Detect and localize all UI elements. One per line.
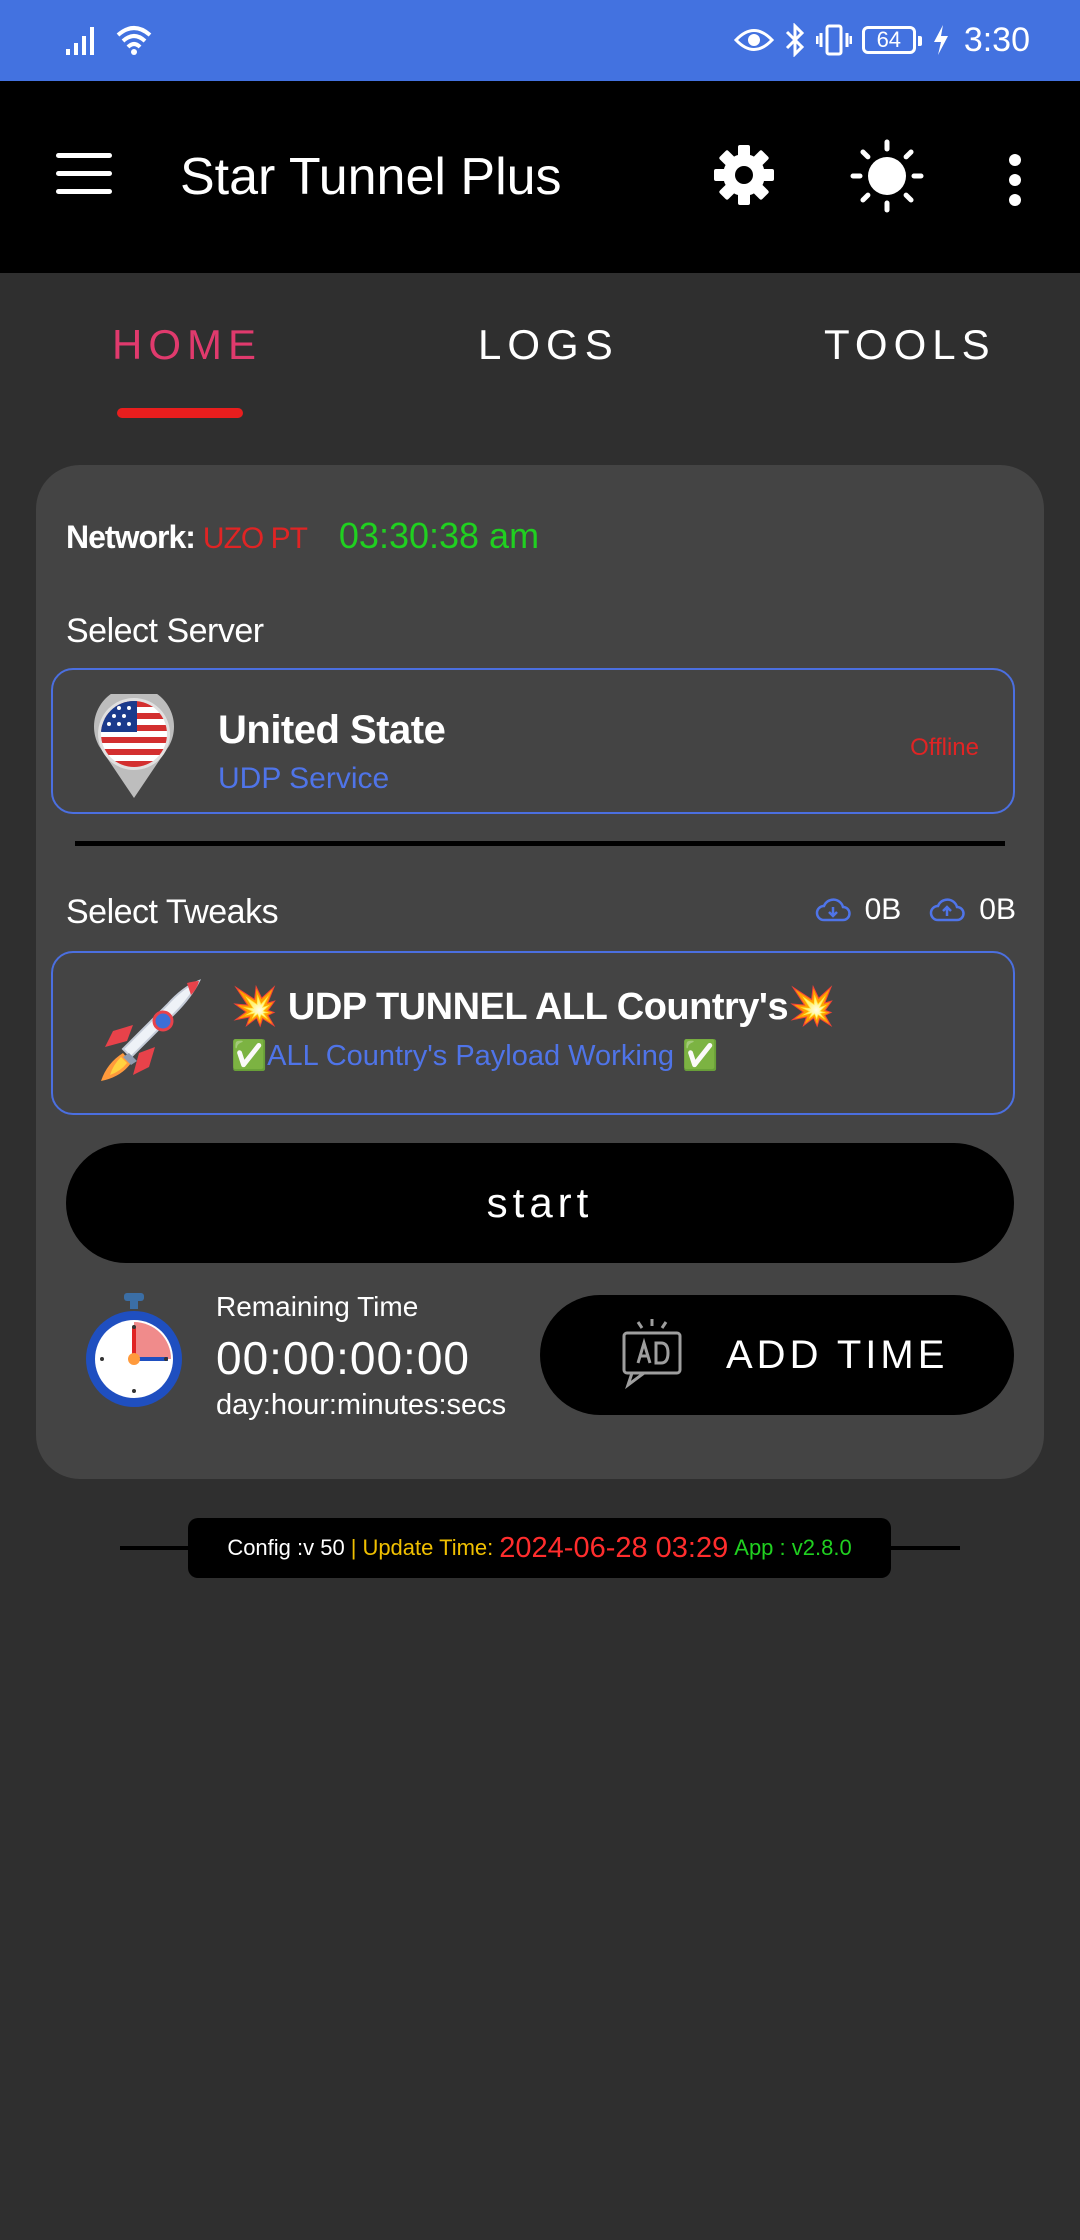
network-label: Network: (66, 519, 196, 555)
tab-tools[interactable]: TOOLS (824, 321, 996, 369)
gear-icon[interactable] (710, 141, 778, 209)
config-version: Config :v 50 (227, 1535, 345, 1560)
signal-icon (66, 27, 94, 55)
tweak-selector[interactable]: 💥 UDP TUNNEL ALL Country's💥 ✅ALL Country… (51, 951, 1015, 1115)
tab-home[interactable]: HOME (112, 321, 262, 369)
eye-icon (733, 29, 774, 51)
rocket-icon (101, 979, 202, 1081)
download-value: 0B (864, 893, 902, 926)
download-stat: 0B (815, 893, 902, 927)
tweak-title: 💥 UDP TUNNEL ALL Country's💥 (231, 986, 835, 1028)
update-time-value: 2024-06-28 03:29 (499, 1531, 729, 1564)
status-right: 64 3:30 (733, 18, 1030, 62)
vibrate-icon (815, 24, 852, 56)
upload-value: 0B (979, 893, 1016, 926)
app-bar: Star Tunnel Plus (0, 81, 1080, 273)
network-row: Network: UZO PT 03:30:38 am (66, 515, 539, 557)
tab-bar: HOME LOGS TOOLS (0, 273, 1080, 423)
tab-logs[interactable]: LOGS (478, 321, 619, 369)
server-selector[interactable]: United State UDP Service Offline (51, 668, 1015, 814)
charging-icon (933, 25, 948, 55)
cloud-upload-icon (930, 898, 966, 922)
app-title: Star Tunnel Plus (180, 148, 562, 206)
battery-level: 64 (876, 27, 902, 52)
status-time: 3:30 (963, 20, 1030, 59)
wifi-icon (116, 26, 152, 55)
remaining-label: Remaining Time (216, 1291, 419, 1322)
start-button[interactable]: start (66, 1143, 1014, 1263)
cloud-download-icon (815, 898, 851, 922)
server-type: UDP Service (218, 762, 390, 795)
select-tweaks-label: Select Tweaks (66, 893, 279, 931)
battery-icon: 64 (861, 26, 922, 54)
stopwatch-icon (86, 1293, 182, 1407)
server-name: United State (218, 708, 446, 752)
server-status: Offline (910, 734, 979, 761)
status-bar: 64 3:30 (0, 0, 1080, 81)
upload-stat: 0B (929, 893, 1016, 927)
sun-icon[interactable] (850, 139, 924, 213)
traffic-stats: 0B 0B (795, 893, 1016, 927)
tweak-subtitle: ✅ALL Country's Payload Working ✅ (231, 1040, 719, 1072)
select-server-label: Select Server (66, 612, 264, 650)
network-clock: 03:30:38 am (338, 515, 540, 556)
network-value: UZO PT (202, 522, 308, 555)
remaining-format: day:hour:minutes:secs (216, 1389, 507, 1421)
remaining-value: 00:00:00:00 (216, 1332, 471, 1384)
divider (75, 841, 1005, 846)
tab-indicator (117, 408, 243, 418)
add-time-button[interactable]: ADD TIME (540, 1295, 1014, 1415)
bluetooth-icon (785, 23, 804, 57)
status-left (64, 22, 154, 58)
us-flag-pin-icon (94, 694, 174, 798)
menu-icon[interactable] (56, 153, 112, 195)
more-vertical-icon[interactable] (1000, 153, 1030, 207)
ad-icon (622, 1319, 682, 1390)
footer-info: Config :v 50 | Update Time: 2024-06-28 0… (188, 1518, 891, 1578)
main-card: Network: UZO PT 03:30:38 am Select Serve… (36, 465, 1044, 1479)
footer-separator: | (350, 1535, 357, 1560)
update-time-label: Update Time: (362, 1535, 494, 1560)
add-time-label: ADD TIME (726, 1333, 949, 1377)
app-version: App : v2.8.0 (734, 1535, 852, 1560)
